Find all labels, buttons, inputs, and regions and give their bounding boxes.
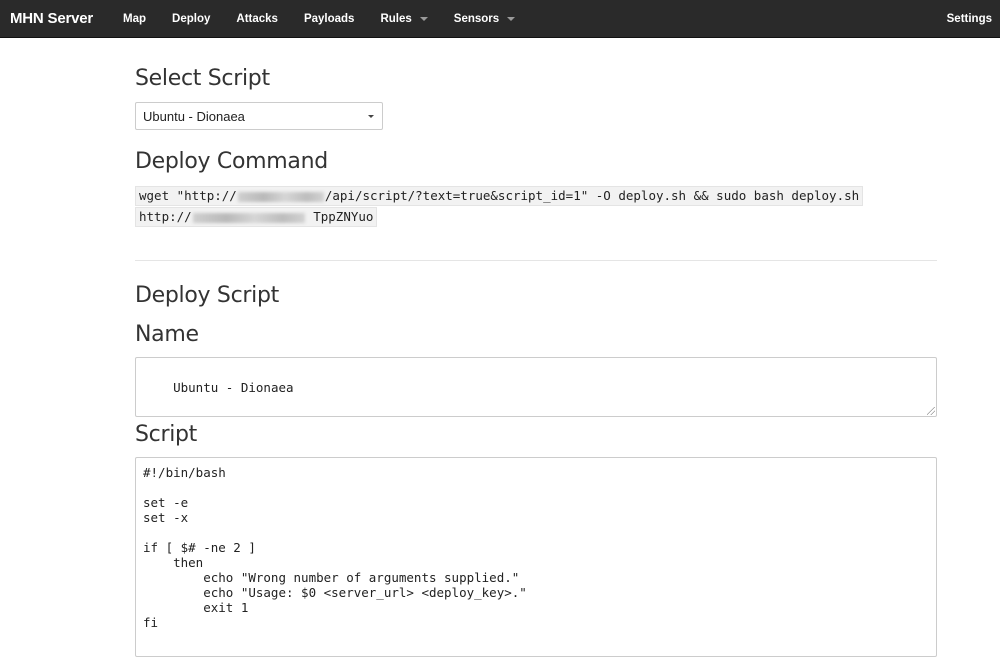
name-label: Name	[135, 322, 199, 347]
script-line: exit 1	[143, 600, 249, 615]
command-line1-suffix: /api/script/?text=true&script_id=1" -O d…	[324, 188, 860, 203]
select-caret-icon	[368, 115, 374, 118]
script-textarea[interactable]: #!/bin/bash set -e set -x if [ $# -ne 2 …	[135, 457, 937, 657]
nav-payloads-label: Payloads	[303, 12, 355, 25]
command-line2-suffix: TppZNYuo	[305, 209, 374, 224]
nav-deploy-label: Deploy	[172, 12, 211, 25]
name-value: Ubuntu - Dionaea	[173, 380, 294, 395]
nav-settings-label: Settings	[946, 12, 992, 25]
redacted-host	[192, 212, 305, 223]
caret-down-icon	[419, 17, 428, 21]
command-line1-prefix: wget "http://	[139, 188, 237, 203]
nav-map[interactable]: Map	[110, 13, 159, 25]
section-divider	[135, 260, 937, 261]
nav-sensors-dropdown[interactable]: Sensors	[441, 13, 528, 25]
deploy-script-heading: Deploy Script	[135, 283, 279, 308]
deploy-command-line1[interactable]: wget "http:// /api/script/?text=true&scri…	[135, 186, 864, 206]
name-textarea[interactable]: Ubuntu - Dionaea	[135, 357, 937, 417]
script-line: echo "Usage: $0 <server_url> <deploy_key…	[143, 585, 527, 600]
script-line: set -e	[143, 495, 189, 510]
script-label: Script	[135, 422, 198, 447]
redacted-host	[237, 191, 324, 202]
command-line2-prefix: http://	[139, 209, 192, 224]
nav-rules-label: Rules	[380, 12, 412, 25]
nav-sensors-label: Sensors	[453, 12, 500, 25]
nav-settings[interactable]: Settings	[934, 13, 1000, 25]
script-line	[143, 480, 929, 495]
script-line	[143, 525, 929, 540]
deploy-command-heading: Deploy Command	[135, 149, 328, 174]
select-script-heading: Select Script	[135, 66, 270, 91]
script-line: set -x	[143, 510, 189, 525]
caret-down-icon	[507, 17, 516, 21]
resize-grip-icon[interactable]	[927, 407, 935, 415]
nav-deploy[interactable]: Deploy	[159, 13, 223, 25]
script-select-value: Ubuntu - Dionaea	[143, 108, 245, 124]
script-line: echo "Wrong number of arguments supplied…	[143, 570, 520, 585]
brand-link[interactable]: MHN Server	[10, 10, 93, 27]
nav-attacks[interactable]: Attacks	[223, 13, 291, 25]
nav-map-label: Map	[123, 12, 147, 25]
script-line: then	[143, 555, 204, 570]
nav-rules-dropdown[interactable]: Rules	[367, 13, 440, 25]
script-select[interactable]: Ubuntu - Dionaea	[135, 102, 383, 130]
script-line: #!/bin/bash	[143, 465, 226, 480]
nav-attacks-label: Attacks	[236, 12, 278, 25]
script-line: if [ $# -ne 2 ]	[143, 540, 256, 555]
deploy-command-line2[interactable]: http:// TppZNYuo	[135, 207, 378, 227]
top-navbar: MHN Server Map Deploy Attacks Payloads R…	[0, 0, 1000, 38]
nav-payloads[interactable]: Payloads	[291, 13, 368, 25]
